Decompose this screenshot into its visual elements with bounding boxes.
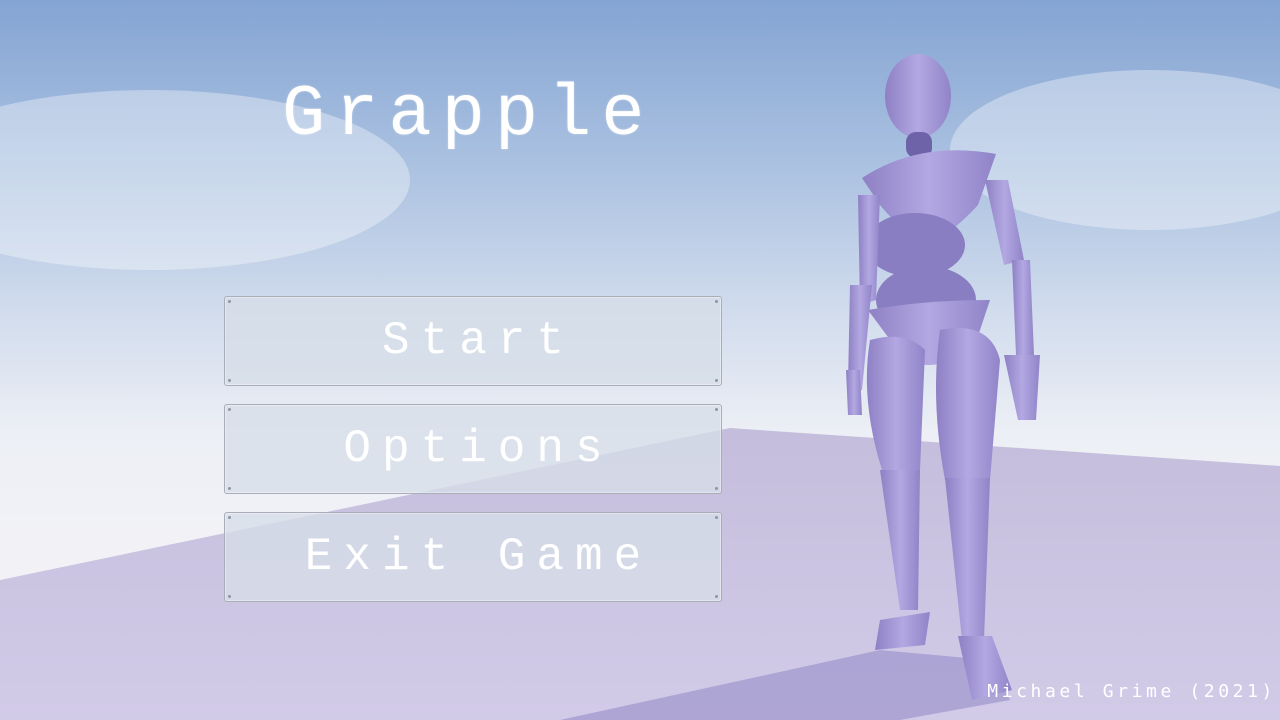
exit-game-button[interactable]: Exit Game (224, 512, 722, 602)
corner-rivet (715, 408, 718, 411)
corner-rivet (715, 300, 718, 303)
corner-rivet (715, 595, 718, 598)
start-button[interactable]: Start (224, 296, 722, 386)
options-label: Options (343, 423, 614, 475)
credit-text: Michael Grime (2021) (987, 681, 1276, 702)
corner-rivet (228, 379, 231, 382)
corner-rivet (228, 595, 231, 598)
corner-rivet (228, 487, 231, 490)
options-button[interactable]: Options (224, 404, 722, 494)
corner-rivet (715, 516, 718, 519)
corner-rivet (228, 516, 231, 519)
game-title: Grapple (282, 74, 655, 156)
exit-game-label: Exit Game (304, 531, 653, 583)
corner-rivet (228, 408, 231, 411)
corner-rivet (228, 300, 231, 303)
corner-rivet (715, 487, 718, 490)
start-label: Start (381, 315, 576, 367)
corner-rivet (715, 379, 718, 382)
